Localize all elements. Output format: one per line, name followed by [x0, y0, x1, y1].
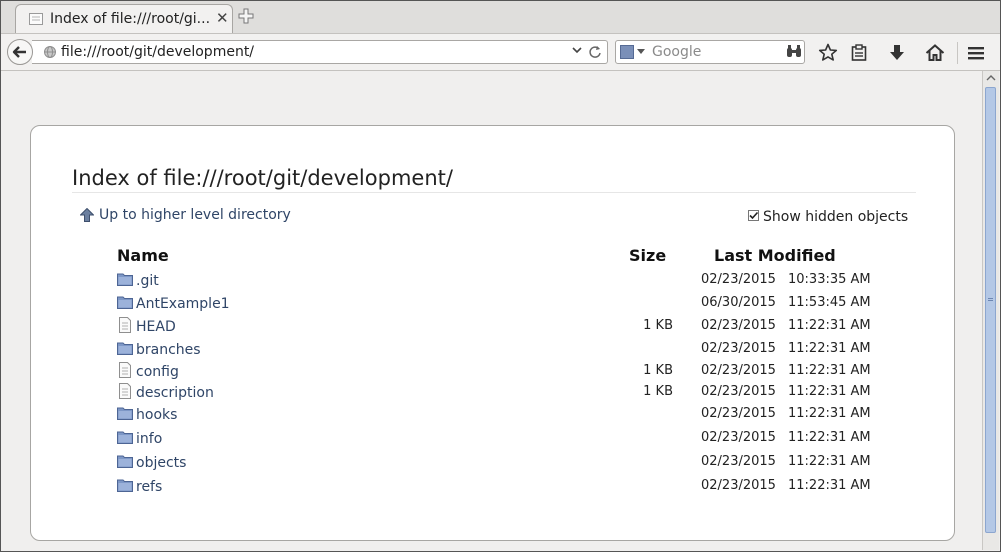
file-size: 1 KB — [643, 363, 673, 378]
modified-time: 10:33:35 AM — [788, 272, 871, 287]
file-name-link[interactable]: refs — [136, 479, 162, 495]
modified-date: 02/23/2015 — [701, 384, 776, 399]
plus-icon[interactable] — [237, 7, 255, 25]
back-button[interactable] — [7, 39, 33, 65]
table-row[interactable]: HEAD 1 KB 02/23/2015 11:22:31 AM — [31, 317, 931, 339]
globe-icon — [44, 46, 56, 58]
star-icon[interactable] — [818, 43, 838, 63]
table-row[interactable]: .git 02/23/2015 10:33:35 AM — [31, 271, 931, 293]
file-name-link[interactable]: objects — [136, 455, 186, 471]
folder-icon — [117, 453, 133, 472]
column-header-name[interactable]: Name — [117, 246, 169, 265]
search-bar[interactable]: Google — [615, 40, 805, 64]
modified-time: 11:22:31 AM — [788, 478, 871, 493]
modified-time: 11:22:31 AM — [788, 363, 871, 378]
folder-icon — [117, 271, 133, 290]
table-row[interactable]: branches 02/23/2015 11:22:31 AM — [31, 340, 931, 362]
toolbar-separator — [957, 42, 958, 64]
modified-time: 11:22:31 AM — [788, 341, 871, 356]
file-name-link[interactable]: .git — [136, 273, 159, 289]
file-name-link[interactable]: HEAD — [136, 319, 176, 335]
page-content: Index of file:///root/git/development/ U… — [1, 71, 982, 550]
table-row[interactable]: info 02/23/2015 11:22:31 AM — [31, 429, 931, 451]
up-arrow-icon — [80, 208, 94, 222]
file-size: 1 KB — [643, 384, 673, 399]
search-input[interactable]: Google — [652, 44, 701, 60]
binoculars-icon[interactable] — [786, 45, 802, 59]
folder-icon — [117, 340, 133, 359]
column-header-modified[interactable]: Last Modified — [714, 246, 836, 265]
back-arrow-icon — [12, 46, 26, 58]
modified-date: 02/23/2015 — [701, 272, 776, 287]
modified-date: 02/23/2015 — [701, 363, 776, 378]
folder-icon — [117, 429, 133, 448]
file-name-link[interactable]: AntExample1 — [136, 296, 230, 312]
folder-icon — [117, 477, 133, 496]
scroll-up-icon[interactable] — [986, 74, 996, 82]
modified-date: 02/23/2015 — [701, 478, 776, 493]
url-text[interactable]: file:///root/git/development/ — [61, 44, 254, 60]
scrollbar-grip — [988, 298, 993, 301]
tab-active[interactable]: Index of file:///root/gi... ✕ — [15, 4, 233, 34]
file-size: 1 KB — [643, 318, 673, 333]
table-row[interactable]: AntExample1 06/30/2015 11:53:45 AM — [31, 294, 931, 316]
modified-date: 02/23/2015 — [701, 430, 776, 445]
show-hidden-checkbox[interactable] — [748, 210, 759, 221]
file-name-link[interactable]: info — [136, 431, 162, 447]
chevron-down-icon[interactable] — [572, 47, 582, 55]
modified-time: 11:22:31 AM — [788, 406, 871, 421]
close-tab-icon[interactable]: ✕ — [216, 9, 229, 27]
modified-date: 02/23/2015 — [701, 341, 776, 356]
vertical-scrollbar[interactable] — [982, 71, 999, 550]
hamburger-icon[interactable] — [966, 43, 986, 63]
folder-icon — [117, 405, 133, 424]
modified-time: 11:53:45 AM — [788, 295, 871, 310]
up-directory-label[interactable]: Up to higher level directory — [99, 207, 291, 223]
clipboard-icon[interactable] — [849, 43, 869, 63]
file-name-link[interactable]: config — [136, 364, 179, 380]
page-title: Index of file:///root/git/development/ — [72, 166, 453, 190]
page-icon — [29, 13, 43, 25]
file-icon — [118, 383, 132, 403]
modified-time: 11:22:31 AM — [788, 384, 871, 399]
tab-strip: Index of file:///root/gi... ✕ — [1, 1, 1000, 34]
chevron-down-icon[interactable] — [637, 49, 645, 55]
modified-date: 02/23/2015 — [701, 406, 776, 421]
scrollbar-thumb[interactable] — [985, 87, 996, 533]
column-header-size[interactable]: Size — [629, 246, 666, 265]
reload-icon[interactable] — [588, 45, 602, 59]
download-arrow-icon[interactable] — [887, 43, 907, 63]
modified-time: 11:22:31 AM — [788, 430, 871, 445]
modified-date: 02/23/2015 — [701, 454, 776, 469]
url-bar[interactable]: file:///root/git/development/ — [32, 40, 608, 64]
table-row[interactable]: refs 02/23/2015 11:22:31 AM — [31, 477, 931, 499]
table-row[interactable]: objects 02/23/2015 11:22:31 AM — [31, 453, 931, 475]
search-engine-icon[interactable] — [620, 45, 634, 59]
tab-title: Index of file:///root/gi... — [50, 11, 211, 27]
file-icon — [118, 317, 132, 337]
modified-date: 06/30/2015 — [701, 295, 776, 310]
file-name-link[interactable]: hooks — [136, 407, 177, 423]
table-row[interactable]: description 1 KB 02/23/2015 11:22:31 AM — [31, 383, 931, 405]
checkmark-icon — [749, 211, 759, 220]
show-hidden-label[interactable]: Show hidden objects — [763, 209, 908, 225]
directory-listing: Index of file:///root/git/development/ U… — [30, 125, 955, 541]
divider — [72, 192, 916, 193]
table-row[interactable]: hooks 02/23/2015 11:22:31 AM — [31, 405, 931, 427]
file-name-link[interactable]: branches — [136, 342, 201, 358]
file-name-link[interactable]: description — [136, 385, 214, 401]
modified-date: 02/23/2015 — [701, 318, 776, 333]
modified-time: 11:22:31 AM — [788, 318, 871, 333]
file-icon — [118, 362, 132, 382]
home-icon[interactable] — [925, 43, 945, 63]
table-row[interactable]: config 1 KB 02/23/2015 11:22:31 AM — [31, 362, 931, 384]
modified-time: 11:22:31 AM — [788, 454, 871, 469]
navigation-toolbar: file:///root/git/development/ Google — [1, 33, 1000, 71]
folder-icon — [117, 294, 133, 313]
